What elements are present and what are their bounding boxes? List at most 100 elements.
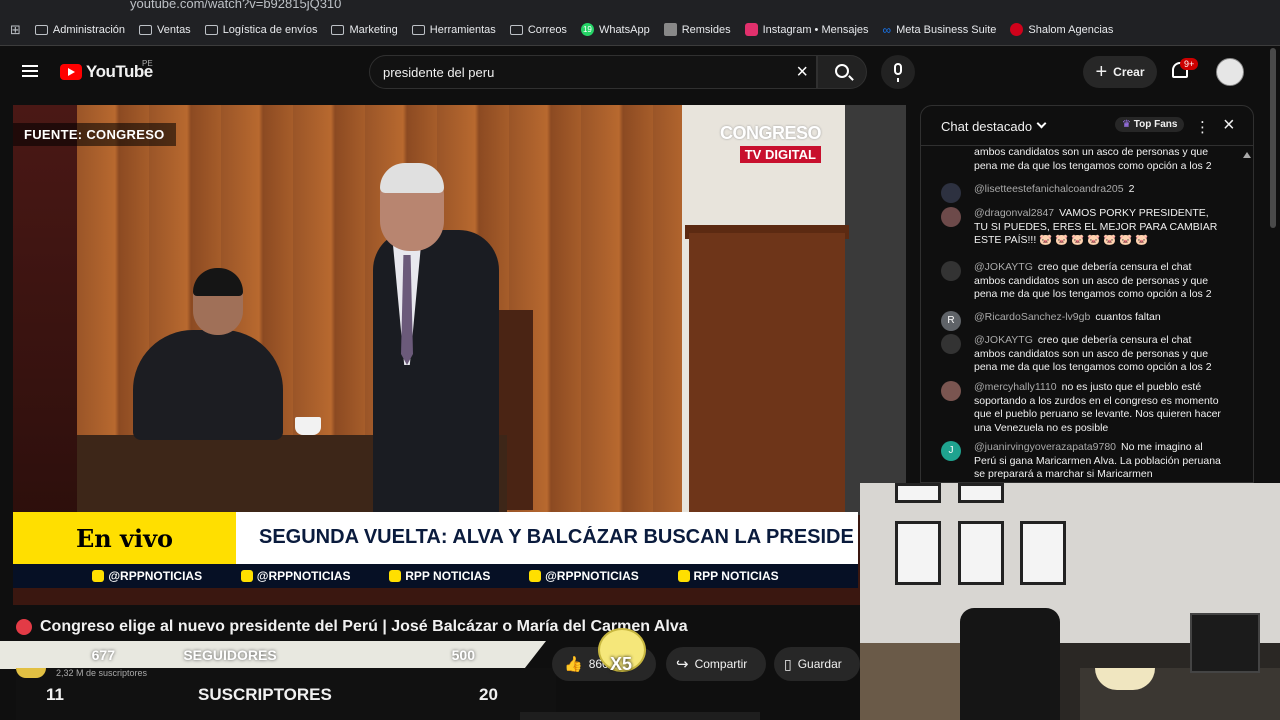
youtube-header: YouTube PE presidente del peru × + Crear…: [0, 46, 1280, 98]
share-button[interactable]: ↪ Compartir: [666, 647, 766, 681]
chat-message: @JOKAYTG creo que debería censura el chat…: [941, 334, 1241, 375]
url-text[interactable]: youtube.com/watch?v=b92815jQ310: [130, 0, 341, 11]
folder-icon: [34, 24, 48, 35]
followers-goal-overlay: 677 SEGUIDORES 500: [0, 641, 546, 669]
video-right-edge: [845, 105, 906, 515]
chat-mode-selector[interactable]: Chat destacado: [941, 119, 1032, 134]
facebook-icon: [389, 570, 402, 582]
lower-third: En vivo SEGUNDA VUELTA: ALVA Y BALCÁZAR …: [13, 512, 858, 564]
meta-icon: ∞: [882, 22, 892, 37]
bookmark-meta[interactable]: ∞ Meta Business Suite: [883, 23, 997, 37]
chat-header: Chat destacado ♛ Top Fans ⋮ ×: [921, 106, 1253, 146]
remsides-icon: [663, 23, 677, 36]
user-avatar[interactable]: J: [941, 441, 961, 461]
more-options-icon[interactable]: ⋮: [1195, 118, 1210, 136]
account-avatar[interactable]: [1216, 58, 1244, 86]
instagram-icon: [92, 570, 105, 582]
menu-icon[interactable]: [22, 65, 38, 77]
followers-label: SEGUIDORES: [183, 647, 277, 663]
chat-message: @lisetteestefanichalcoandra205 2: [941, 183, 1241, 203]
close-chat-icon[interactable]: ×: [1223, 114, 1235, 137]
social-tiktok: @RPPNOTICIAS: [529, 569, 639, 583]
folder-icon: [411, 24, 425, 35]
source-label: FUENTE: CONGRESO: [13, 123, 176, 146]
user-avatar[interactable]: R: [941, 311, 961, 331]
top-fans-badge[interactable]: ♛ Top Fans: [1115, 117, 1185, 132]
user-avatar[interactable]: [941, 183, 961, 203]
crown-icon: ♛: [1122, 119, 1131, 130]
bookmark-instagram[interactable]: Instagram • Mensajes: [744, 23, 869, 36]
user-avatar[interactable]: [941, 207, 961, 227]
seated-person: [133, 330, 283, 440]
shalom-icon: [1010, 23, 1024, 36]
wall-poster: [895, 483, 941, 503]
wall-poster: [895, 521, 941, 585]
youtube-logo[interactable]: YouTube PE: [60, 59, 153, 82]
folder-icon: [331, 24, 345, 35]
bookmark-administracion[interactable]: Administración: [34, 24, 125, 36]
chat-message: @JOKAYTG creo que debería censura el chat…: [941, 261, 1241, 302]
news-headline: SEGUNDA VUELTA: ALVA Y BALCÁZAR BUSCAN L…: [259, 526, 854, 548]
whatsapp-icon: 19: [580, 23, 594, 36]
channel-avatar[interactable]: [16, 668, 46, 678]
channel-row: 2,32 M de suscriptores 11 SUSCRIPTORES 2…: [16, 668, 556, 720]
video-player[interactable]: FUENTE: CONGRESO CONGRESO TV DIGITAL En …: [13, 105, 906, 605]
social-handles-bar: @RPPNOTICIAS @RPPNOTICIAS RPP NOTICIAS @…: [13, 564, 858, 588]
bookmark-correos[interactable]: Correos: [509, 24, 567, 36]
social-facebook: RPP NOTICIAS: [389, 569, 490, 583]
chat-messages[interactable]: ambos candidatos son un asco de personas…: [921, 146, 1253, 482]
bookmark-whatsapp[interactable]: 19 WhatsApp: [580, 23, 650, 36]
wall-poster: [958, 483, 1004, 503]
user-avatar[interactable]: [941, 334, 961, 354]
search-input[interactable]: presidente del peru ×: [369, 55, 817, 89]
followers-current: 677: [91, 647, 115, 663]
thumbs-up-icon: 👍: [564, 656, 583, 673]
user-avatar[interactable]: [941, 381, 961, 401]
folder-icon: [139, 24, 153, 35]
x-icon: [240, 570, 253, 582]
bookmark-herramientas[interactable]: Herramientas: [411, 24, 496, 36]
youtube-play-icon: [60, 64, 82, 80]
user-avatar[interactable]: [941, 261, 961, 281]
bookmarks-bar: ⊞ Administración Ventas Logística de env…: [0, 14, 1280, 46]
followers-goal: 500: [451, 647, 475, 663]
bookmark-logistica[interactable]: Logística de envíos: [204, 24, 317, 36]
bookmark-marketing[interactable]: Marketing: [331, 24, 398, 36]
standing-person-hair: [380, 163, 444, 193]
chevron-down-icon[interactable]: [1036, 118, 1047, 129]
search-icon: [835, 64, 849, 78]
video-frame-left: [13, 105, 77, 515]
congreso-tv-logo: CONGRESO TV DIGITAL: [719, 123, 822, 163]
bookmark-icon: ▯: [784, 655, 792, 672]
folder-icon: [509, 24, 523, 35]
gaming-chair: [960, 608, 1060, 720]
chat-message: R @RicardoSanchez-lv9gb cuantos faltan: [941, 311, 1241, 331]
subscriber-count: 2,32 M de suscriptores: [56, 668, 148, 678]
subs-goal: 20: [479, 685, 498, 704]
search-button[interactable]: [817, 55, 867, 89]
chat-message: ambos candidatos son un asco de personas…: [974, 146, 1212, 172]
video-title-row: Congreso elige al nuevo presidente del P…: [16, 618, 688, 636]
share-icon: ↪: [676, 656, 689, 673]
create-button[interactable]: + Crear: [1083, 56, 1157, 88]
youtube-icon: [677, 570, 690, 582]
save-button[interactable]: ▯ Guardar: [774, 647, 860, 681]
bookmark-shalom[interactable]: Shalom Agencias: [1010, 23, 1113, 36]
wall-poster: [1020, 521, 1066, 585]
taskbar: [520, 712, 760, 720]
plus-icon: +: [1095, 61, 1108, 83]
bookmark-remsides[interactable]: Remsides: [663, 23, 731, 36]
scroll-up-icon[interactable]: [1243, 152, 1251, 158]
podium: [689, 233, 845, 515]
page-scrollbar[interactable]: [1270, 48, 1276, 228]
social-x: @RPPNOTICIAS: [240, 569, 351, 583]
voice-search-button[interactable]: [881, 55, 915, 89]
apps-grid-icon[interactable]: ⊞: [10, 22, 21, 38]
bookmark-ventas[interactable]: Ventas: [139, 24, 191, 36]
microphone-icon: [894, 63, 902, 82]
live-chat-panel: Chat destacado ♛ Top Fans ⋮ × ambos cand…: [920, 105, 1254, 483]
clear-search-icon[interactable]: ×: [796, 61, 808, 84]
live-label: En vivo: [13, 512, 236, 564]
subs-label: SUSCRIPTORES: [198, 685, 332, 704]
address-bar[interactable]: youtube.com/watch?v=b92815jQ310: [0, 0, 1280, 14]
